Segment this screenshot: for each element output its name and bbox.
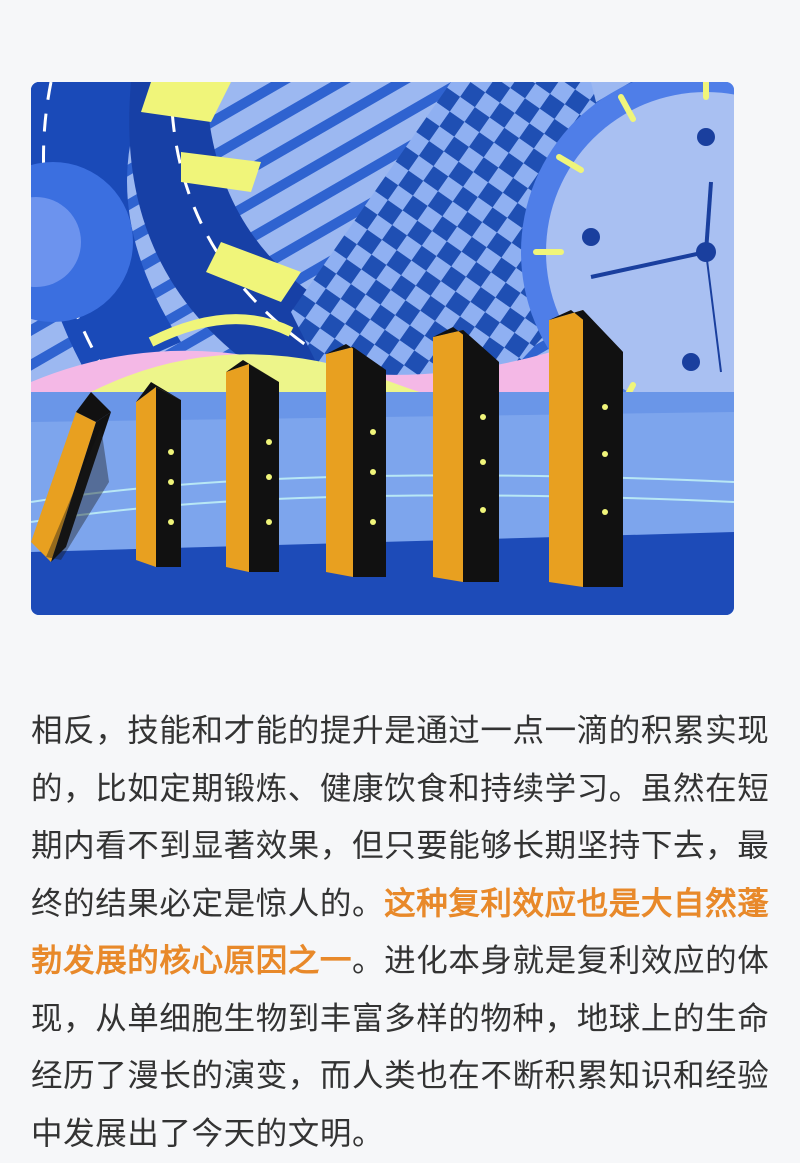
article-paragraph: 相反，技能和才能的提升是通过一点一滴的积累实现的，比如定期锻炼、健康饮食和持续学… — [31, 703, 771, 1163]
article-body: 相反，技能和才能的提升是通过一点一滴的积累实现的，比如定期锻炼、健康饮食和持续学… — [31, 703, 771, 1163]
domino-clock-illustration — [31, 82, 734, 615]
